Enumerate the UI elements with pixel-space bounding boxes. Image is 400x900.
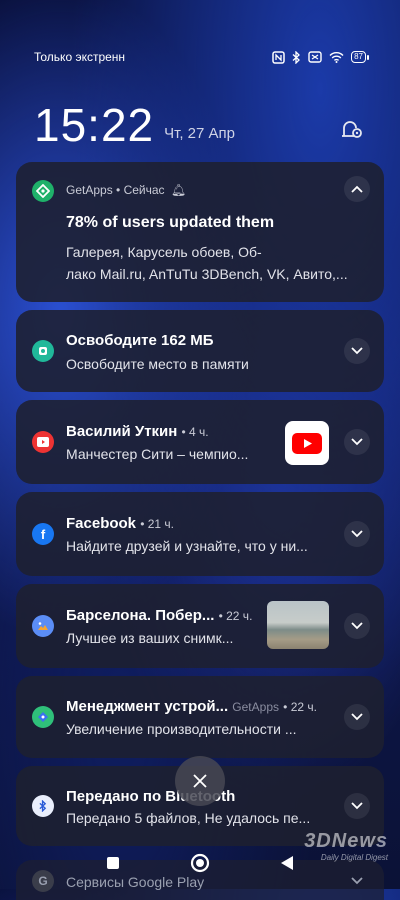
clear-all-button[interactable] [175, 756, 225, 806]
notification-gallery[interactable]: Барселона. Побер... • 22 ч. Лучшее из ва… [16, 584, 384, 668]
expand-button[interactable] [344, 338, 370, 364]
wifi-icon [329, 51, 344, 63]
notification-title: Facebook [66, 515, 137, 532]
app-name: GetApps [232, 700, 279, 714]
cleaner-icon [32, 340, 54, 362]
notification-title: Василий Уткин [66, 423, 178, 440]
notification-body: Манчестер Сити – чемпио... [66, 446, 249, 462]
notification-title: Барселона. Побер... [66, 607, 215, 624]
app-name: GetApps [66, 183, 113, 197]
chevron-down-icon [351, 802, 363, 810]
notification-body-line1: Галерея, Карусель обоев, Об- [66, 244, 262, 260]
sim-icon [308, 51, 322, 63]
notification-title: Освободите 162 МБ [66, 332, 214, 349]
notification-time: • 22 ч. [218, 609, 253, 623]
expand-button[interactable] [344, 429, 370, 455]
expand-button[interactable] [344, 793, 370, 819]
chevron-down-icon [351, 622, 363, 630]
notification-body: Найдите друзей и узнайте, что у ни... [66, 538, 308, 554]
chevron-down-icon [351, 713, 363, 721]
notification-facebook[interactable]: f Facebook • 21 ч. Найдите друзей и узна… [16, 492, 384, 576]
collapse-button[interactable] [344, 176, 370, 202]
clock-row: 15:22 Чт, 27 Апр [34, 92, 370, 148]
bluetooth-icon [292, 50, 301, 64]
getapps-icon [32, 180, 54, 202]
recents-button[interactable] [106, 856, 120, 875]
navigation-bar [0, 850, 400, 880]
status-icons: 87 [272, 50, 369, 64]
chevron-down-icon [351, 438, 363, 446]
notification-title: Менеджмент устрой... [66, 698, 229, 715]
notification-free-space[interactable]: Освободите 162 МБ Освободите место в пам… [16, 310, 384, 392]
chevron-down-icon [351, 347, 363, 355]
youtube-icon [32, 431, 54, 453]
bluetooth-icon [32, 795, 54, 817]
bell-icon: 🔔︎ [170, 183, 187, 197]
gallery-icon [32, 615, 54, 637]
date: Чт, 27 Апр [164, 125, 235, 142]
expand-button[interactable] [344, 613, 370, 639]
notification-time: • Сейчас [116, 183, 165, 197]
close-icon [193, 774, 207, 788]
notification-body: Передано 5 файлов, Не удалось пе... [66, 810, 311, 826]
notification-body: Освободите место в памяти [66, 356, 249, 372]
home-button[interactable] [190, 853, 210, 878]
notification-title-row: Менеджмент устрой... GetApps • 22 ч. [66, 698, 317, 715]
notification-title-row: Барселона. Побер... • 22 ч. [66, 607, 252, 624]
status-text: Только экстренн [34, 50, 126, 64]
notification-time: • 21 ч. [140, 517, 175, 531]
notification-time: • 4 ч. [181, 425, 209, 439]
notification-title-row: Facebook • 21 ч. [66, 515, 174, 532]
notification-youtube[interactable]: Василий Уткин • 4 ч. Манчестер Сити – че… [16, 400, 384, 484]
clock: 15:22 [34, 99, 155, 151]
nfc-icon [272, 50, 285, 64]
status-bar: Только экстренн 87 [34, 48, 369, 66]
back-button[interactable] [280, 855, 294, 876]
photo-thumbnail [267, 601, 329, 649]
getapps-icon [32, 706, 54, 728]
notification-getapps[interactable]: GetApps • Сейчас 🔔︎ 78% of users updated… [16, 162, 384, 302]
notification-body: Увеличение производительности ... [66, 721, 297, 737]
chevron-up-icon [351, 185, 363, 193]
notification-time: • 22 ч. [283, 700, 317, 714]
chevron-down-icon [351, 530, 363, 538]
notification-body-line2: лако Mail.ru, AnTuTu 3DBench, VK, Авито,… [66, 266, 348, 282]
notification-device-management[interactable]: Менеджмент устрой... GetApps • 22 ч. Уве… [16, 676, 384, 758]
notification-title: 78% of users updated them [66, 214, 275, 231]
notification-header: GetApps • Сейчас 🔔︎ [66, 183, 186, 197]
notification-body: Лучшее из ваших снимк... [66, 630, 234, 646]
expand-button[interactable] [344, 704, 370, 730]
battery-icon: 87 [351, 51, 369, 63]
expand-button[interactable] [344, 521, 370, 547]
settings-icon[interactable] [338, 114, 366, 142]
notification-title-row: Василий Уткин • 4 ч. [66, 423, 209, 440]
youtube-thumbnail [285, 421, 329, 465]
facebook-icon: f [32, 523, 54, 545]
